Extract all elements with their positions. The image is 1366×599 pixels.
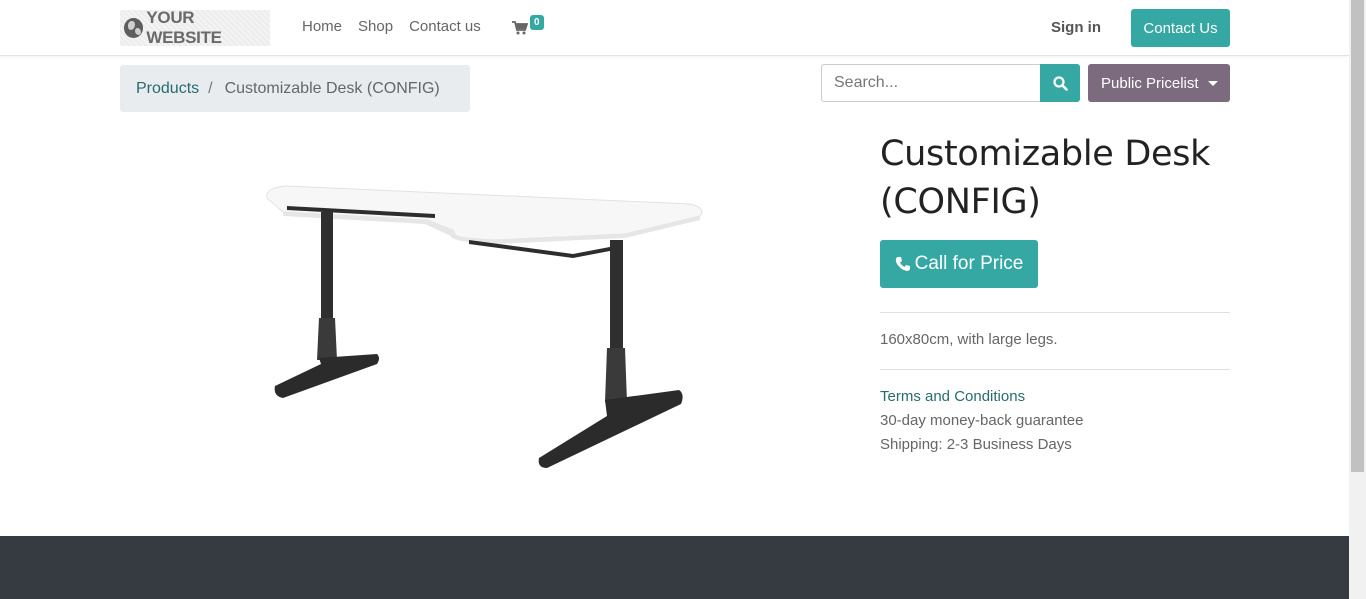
footer: [0, 536, 1349, 599]
contact-us-button[interactable]: Contact Us: [1131, 9, 1230, 47]
call-for-price-button[interactable]: Call for Price: [880, 240, 1038, 288]
product-title: Customizable Desk (CONFIG): [880, 134, 1211, 222]
divider: [880, 312, 1230, 313]
vertical-scrollbar[interactable]: [1349, 0, 1366, 599]
top-navbar: YOUR WEBSITE Home Shop Contact us 0 Sign…: [0, 0, 1349, 56]
main-nav: Home Shop Contact us: [302, 18, 481, 35]
guarantee-text: 30-day money-back guarantee: [880, 412, 1084, 429]
pricelist-label: Public Pricelist: [1101, 74, 1199, 92]
search-button[interactable]: [1040, 64, 1080, 102]
shipping-text: Shipping: 2-3 Business Days: [880, 436, 1072, 453]
sign-in-link[interactable]: Sign in: [1051, 19, 1101, 36]
call-for-price-label: Call for Price: [914, 253, 1024, 274]
phone-icon: [895, 257, 910, 271]
breadcrumb: Products / Customizable Desk (CONFIG): [120, 65, 470, 112]
terms-and-conditions-link[interactable]: Terms and Conditions: [880, 388, 1025, 405]
product-image: [266, 185, 703, 468]
nav-home[interactable]: Home: [302, 18, 342, 35]
nav-shop[interactable]: Shop: [358, 18, 393, 35]
cart-button[interactable]: 0: [512, 15, 552, 42]
site-logo[interactable]: YOUR WEBSITE: [120, 8, 270, 47]
product-description: 160x80cm, with large legs.: [880, 331, 1058, 348]
breadcrumb-products-link[interactable]: Products: [136, 80, 199, 98]
pricelist-dropdown[interactable]: Public Pricelist: [1088, 64, 1230, 102]
nav-contact-us[interactable]: Contact us: [409, 18, 481, 35]
caret-down-icon: [1208, 81, 1218, 86]
search-icon: [1052, 75, 1068, 91]
search-input[interactable]: [821, 64, 1040, 102]
scrollbar-thumb[interactable]: [1351, 0, 1364, 472]
divider: [880, 369, 1230, 370]
breadcrumb-separator: /: [208, 79, 213, 97]
shopping-cart-icon: [512, 21, 528, 35]
logo-text: YOUR WEBSITE: [146, 8, 222, 47]
globe-icon: [124, 18, 144, 38]
cart-count-badge: 0: [530, 15, 544, 30]
breadcrumb-current: Customizable Desk (CONFIG): [224, 79, 440, 97]
